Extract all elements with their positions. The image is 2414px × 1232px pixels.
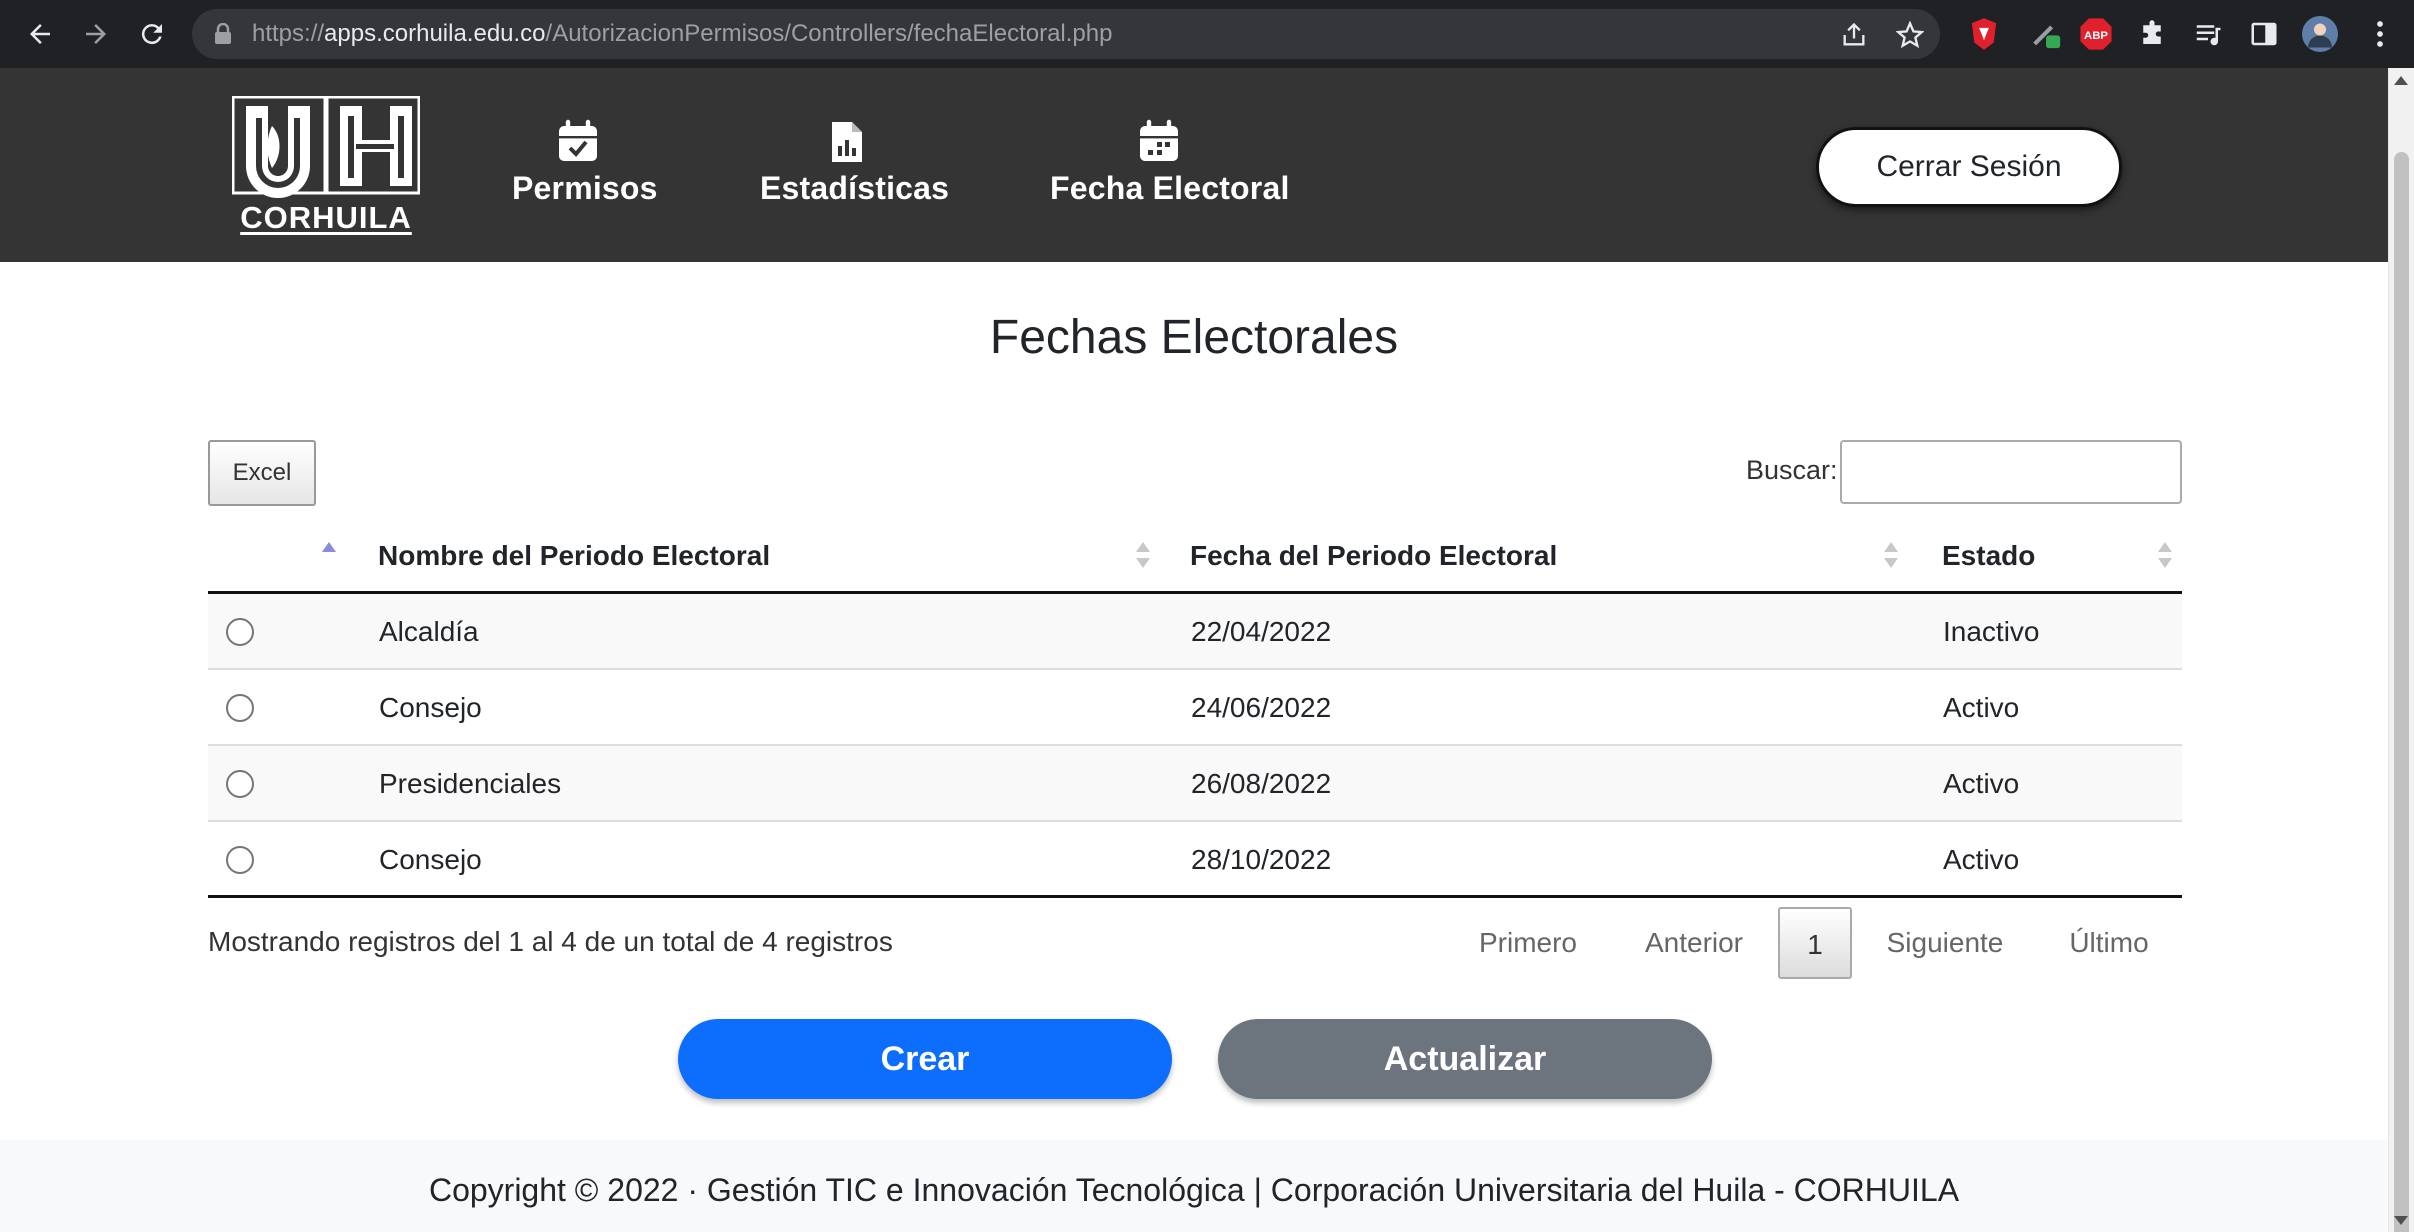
update-button[interactable]: Actualizar	[1218, 1019, 1712, 1099]
back-icon[interactable]	[16, 10, 64, 58]
page-title: Fechas Electorales	[989, 311, 1399, 364]
pen-extension-icon[interactable]	[2026, 14, 2066, 54]
corhuila-logo[interactable]: CORHUILA	[231, 95, 421, 236]
column-header-estado[interactable]: Estado	[1942, 540, 2035, 572]
cell-estado: Activo	[1943, 768, 2020, 799]
row-select-radio[interactable]	[226, 618, 254, 646]
forward-icon[interactable]	[72, 10, 120, 58]
nav-estadisticas[interactable]: Estadísticas	[760, 118, 950, 207]
excel-export-button[interactable]: Excel	[208, 440, 316, 506]
create-button[interactable]: Crear	[678, 1019, 1172, 1099]
column-header-fecha[interactable]: Fecha del Periodo Electoral	[1190, 540, 1557, 572]
cell-estado: Activo	[1943, 844, 2020, 875]
cell-nombre: Consejo	[379, 844, 482, 875]
row-select-radio[interactable]	[226, 846, 254, 874]
nav-permisos[interactable]: Permisos	[512, 118, 658, 207]
pagination-previous[interactable]: Anterior	[1632, 907, 1756, 979]
bookmark-star-icon[interactable]	[1895, 20, 1925, 54]
profile-avatar-icon[interactable]	[2300, 14, 2340, 54]
logo-wordmark: CORHUILA	[240, 200, 412, 235]
pagination-last[interactable]: Último	[2052, 907, 2166, 979]
share-icon[interactable]	[1840, 21, 1868, 54]
cell-fecha: 28/10/2022	[1191, 844, 1332, 875]
column-header-nombre[interactable]: Nombre del Periodo Electoral	[378, 540, 770, 572]
calendar-week-icon	[1135, 118, 1183, 166]
svg-text:ABP: ABP	[2084, 30, 2108, 42]
address-bar[interactable]: https://apps.corhuila.edu.co/Autorizacio…	[192, 9, 1940, 59]
kebab-menu-icon[interactable]	[2360, 14, 2400, 54]
pagination-first[interactable]: Primero	[1464, 907, 1592, 979]
logout-button[interactable]: Cerrar Sesión	[1816, 127, 2122, 207]
cell-nombre: Presidenciales	[379, 768, 562, 799]
row-select-radio[interactable]	[226, 770, 254, 798]
table-row[interactable]: Presidenciales 26/08/2022 Activo	[208, 746, 2182, 822]
extensions-puzzle-icon[interactable]	[2132, 14, 2172, 54]
cell-estado: Activo	[1943, 692, 2020, 723]
sort-nombre-icon[interactable]	[1136, 542, 1150, 570]
file-chart-icon	[822, 118, 870, 166]
sort-estado-icon[interactable]	[2158, 542, 2172, 570]
select-column-sort-icon[interactable]	[322, 542, 336, 570]
cell-fecha: 26/08/2022	[1191, 768, 1332, 799]
sort-fecha-icon[interactable]	[1884, 542, 1898, 570]
calendar-check-icon	[554, 118, 602, 166]
brave-shield-icon[interactable]	[1964, 14, 2004, 54]
browser-toolbar: https://apps.corhuila.edu.co/Autorizacio…	[0, 0, 2414, 68]
adblock-plus-icon[interactable]: ABP	[2076, 14, 2116, 54]
pagination-page-1[interactable]: 1	[1778, 907, 1852, 979]
nav-estadisticas-label: Estadísticas	[760, 170, 950, 206]
nav-fecha-electoral[interactable]: Fecha Electoral	[1050, 118, 1290, 207]
pagination-next[interactable]: Siguiente	[1876, 907, 2014, 979]
cell-fecha: 24/06/2022	[1191, 692, 1332, 723]
scroll-down-arrow-icon[interactable]	[2394, 1216, 2408, 1225]
cell-fecha: 22/04/2022	[1191, 616, 1332, 647]
table-header: Nombre del Periodo Electoral Fecha del P…	[208, 518, 2182, 594]
media-queue-icon[interactable]	[2188, 14, 2228, 54]
nav-permisos-label: Permisos	[512, 170, 658, 206]
row-select-radio[interactable]	[226, 694, 254, 722]
lock-icon	[214, 22, 232, 50]
footer-copyright: Copyright © 2022 · Gestión TIC e Innovac…	[428, 1172, 1960, 1208]
reload-icon[interactable]	[128, 10, 176, 58]
search-label: Buscar:	[1746, 455, 1838, 485]
cell-estado: Inactivo	[1943, 616, 2040, 647]
table-row[interactable]: Alcaldía 22/04/2022 Inactivo	[208, 594, 2182, 670]
side-panel-icon[interactable]	[2244, 14, 2284, 54]
electoral-dates-table: Nombre del Periodo Electoral Fecha del P…	[208, 518, 2182, 898]
page-scrollbar[interactable]	[2388, 68, 2414, 1232]
search-input[interactable]	[1840, 440, 2182, 504]
url-text: https://apps.corhuila.edu.co/Autorizacio…	[252, 20, 1113, 47]
footer: Copyright © 2022 · Gestión TIC e Innovac…	[0, 1140, 2388, 1232]
scroll-up-arrow-icon[interactable]	[2394, 76, 2408, 85]
table-info-text: Mostrando registros del 1 al 4 de un tot…	[208, 926, 893, 957]
cell-nombre: Consejo	[379, 692, 482, 723]
site-navbar: CORHUILA Permisos Estadísticas Fecha Ele…	[0, 68, 2388, 262]
cell-nombre: Alcaldía	[379, 616, 479, 647]
scrollbar-thumb[interactable]	[2394, 152, 2409, 1232]
nav-fecha-electoral-label: Fecha Electoral	[1050, 170, 1290, 206]
table-row[interactable]: Consejo 24/06/2022 Activo	[208, 670, 2182, 746]
table-row[interactable]: Consejo 28/10/2022 Activo	[208, 822, 2182, 898]
